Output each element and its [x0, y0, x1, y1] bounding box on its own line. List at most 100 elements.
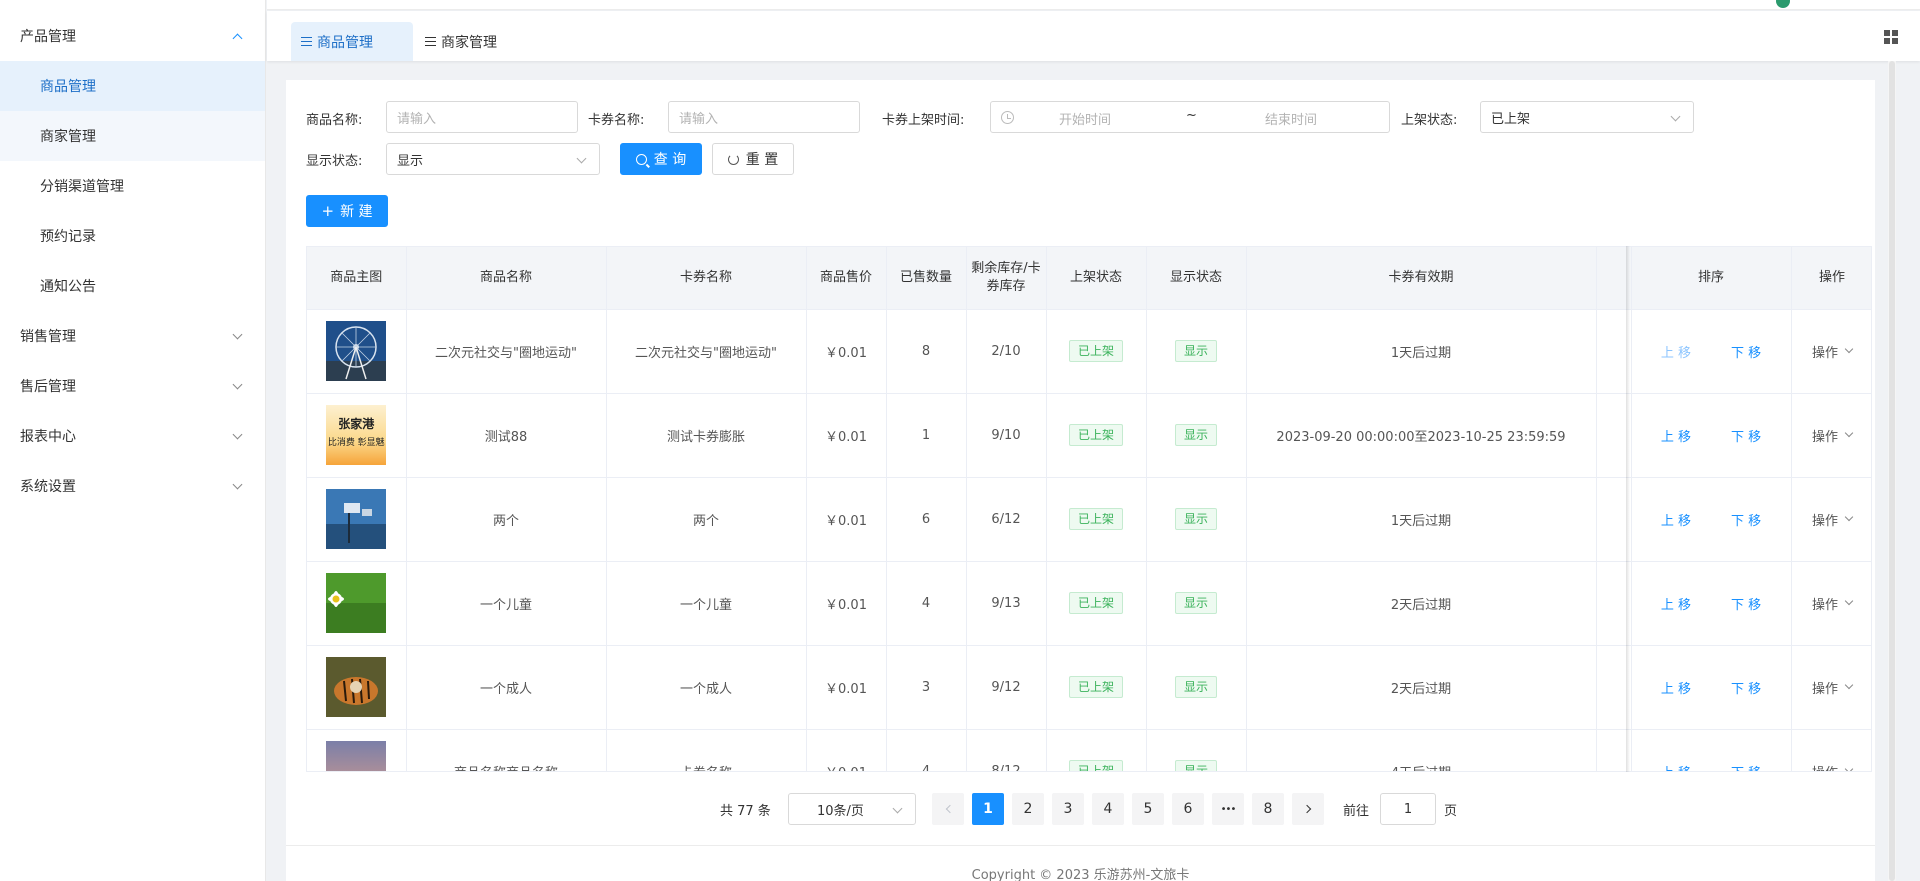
plus-icon: +	[321, 202, 335, 220]
cell-goods-name: 一个儿童	[406, 561, 607, 646]
goods-name-input[interactable]: 请输入	[386, 101, 578, 133]
cell-goods-name: 二次元社交与"圈地运动"	[406, 309, 607, 394]
actions-dropdown[interactable]: 操作	[1811, 594, 1854, 613]
page-button[interactable]: 8	[1252, 793, 1284, 825]
sidebar-item-distribution[interactable]: 分销渠道管理	[0, 161, 265, 211]
actions-dropdown[interactable]: 操作	[1811, 510, 1854, 529]
cell-shelf-status: 已上架	[1046, 477, 1147, 562]
scrollbar-thumb[interactable]	[1889, 61, 1895, 881]
sky-image	[326, 741, 387, 771]
cell-validity: 2023-09-20 00:00:00至2023-10-25 23:59:59	[1246, 393, 1597, 478]
cell-price: ￥0.01	[806, 309, 887, 394]
actions-label: 操作	[1811, 597, 1838, 613]
actions-dropdown[interactable]: 操作	[1811, 342, 1854, 361]
apps-grid-icon[interactable]	[1884, 30, 1898, 44]
menu-group-reports[interactable]: 报表中心	[0, 411, 265, 461]
cell-sort: 上 移下 移	[1631, 477, 1792, 562]
cell-price: ￥0.01	[806, 645, 887, 730]
cell-actions: 操作	[1791, 477, 1871, 562]
banner-subtitle: 比消费 彰显魅	[327, 438, 385, 448]
actions-dropdown[interactable]: 操作	[1811, 426, 1854, 445]
move-up-button[interactable]: 上 移	[1661, 598, 1691, 613]
top-header	[267, 0, 1920, 10]
goods-table: 商品主图 商品名称 卡券名称 商品售价 已售数量 剩余库存/卡券库存 上架状态 …	[306, 246, 1872, 772]
menu-group-label: 报表中心	[20, 429, 76, 445]
move-down-button[interactable]: 下 移	[1731, 346, 1761, 361]
col-header: 操作	[1791, 247, 1871, 310]
move-up-button[interactable]: 上 移	[1661, 682, 1691, 697]
sidebar-item-merchants[interactable]: 商家管理	[0, 111, 265, 161]
sidebar-item-goods[interactable]: 商品管理	[0, 61, 265, 111]
status-badge: 显示	[1174, 340, 1217, 362]
tabs-bar: 商品管理 商家管理	[267, 11, 1920, 61]
chevron-down-icon	[1670, 111, 1681, 122]
tab-goods[interactable]: 商品管理	[291, 22, 413, 61]
menu-group-sales[interactable]: 销售管理	[0, 311, 265, 361]
actions-label: 操作	[1811, 513, 1838, 529]
start-time-input[interactable]: 开始时间	[1059, 109, 1111, 128]
move-up-button[interactable]: 上 移	[1661, 430, 1691, 445]
actions-dropdown[interactable]: 操作	[1812, 762, 1854, 771]
actions-dropdown[interactable]: 操作	[1812, 678, 1854, 697]
page-button[interactable]: 1	[972, 793, 1004, 825]
page-button[interactable]: 6	[1172, 793, 1204, 825]
actions-label: 操作	[1811, 345, 1838, 361]
chevron-down-icon	[232, 429, 243, 439]
reset-button[interactable]: 重 置	[712, 143, 794, 175]
cell-sort: 上 移下 移	[1631, 561, 1792, 646]
sidebar-item-label: 商品管理	[40, 79, 96, 95]
move-up-button[interactable]: 上 移	[1661, 346, 1691, 361]
prev-page-button[interactable]	[932, 793, 964, 825]
col-header: 剩余库存/卡券库存	[966, 247, 1047, 310]
cell-sort: 上 移下 移	[1631, 645, 1792, 730]
sidebar-item-notices[interactable]: 通知公告	[0, 261, 265, 311]
cell-stock: 6/12	[966, 477, 1047, 562]
query-button[interactable]: 查 询	[620, 143, 702, 175]
cell-card-name: 卡券名称	[606, 729, 807, 771]
chevron-down-icon	[232, 329, 243, 339]
cell-shelf-status: 已上架	[1046, 309, 1147, 394]
cell-shelf-status: 已上架	[1046, 729, 1147, 771]
page-button[interactable]: 3	[1052, 793, 1084, 825]
goto-page-input[interactable]: 1	[1380, 793, 1436, 825]
menu-group-settings[interactable]: 系统设置	[0, 461, 265, 511]
end-time-input[interactable]: 结束时间	[1265, 109, 1317, 128]
cell-goods-name: 两个	[406, 477, 607, 562]
display-status-select[interactable]: 显示	[386, 143, 600, 175]
tab-merchants[interactable]: 商家管理	[415, 22, 515, 61]
menu-group-aftersales[interactable]: 售后管理	[0, 361, 265, 411]
actions-label: 操作	[1811, 429, 1838, 445]
goto-label: 前往	[1343, 803, 1370, 819]
move-up-button[interactable]: 上 移	[1661, 766, 1691, 772]
avatar[interactable]	[1776, 0, 1790, 8]
page-button[interactable]: 5	[1132, 793, 1164, 825]
menu-group-label: 销售管理	[20, 329, 76, 345]
move-down-button[interactable]: 下 移	[1731, 682, 1761, 697]
cell-display-status: 显示	[1146, 645, 1247, 730]
col-header: 商品主图	[307, 247, 407, 310]
cell-stock: 9/13	[966, 561, 1047, 646]
page-button[interactable]: 2	[1012, 793, 1044, 825]
cell-sold: 4	[886, 561, 967, 646]
move-down-button[interactable]: 下 移	[1731, 514, 1761, 529]
chevron-down-icon	[1844, 764, 1854, 771]
page-size-select[interactable]: 10条/页	[788, 793, 916, 825]
move-down-button[interactable]: 下 移	[1731, 598, 1761, 613]
chevron-down-icon	[892, 803, 903, 814]
move-up-button[interactable]: 上 移	[1661, 514, 1691, 529]
shelf-status-select[interactable]: 已上架	[1480, 101, 1694, 133]
new-button[interactable]: + 新 建	[306, 195, 388, 227]
select-value: 已上架	[1491, 111, 1531, 127]
move-down-button[interactable]: 下 移	[1731, 766, 1761, 772]
more-pages-button[interactable]: •••	[1212, 793, 1244, 825]
page-button[interactable]: 4	[1092, 793, 1124, 825]
move-down-button[interactable]: 下 移	[1731, 430, 1761, 445]
next-page-button[interactable]	[1292, 793, 1324, 825]
cell-actions: 操作	[1791, 309, 1871, 394]
sidebar-item-reservations[interactable]: 预约记录	[0, 211, 265, 261]
cell-stock: 9/12	[966, 645, 1047, 730]
table-header-row: 商品主图 商品名称 卡券名称 商品售价 已售数量 剩余库存/卡券库存 上架状态 …	[307, 247, 1871, 310]
date-range-picker[interactable]: 开始时间 ~ 结束时间	[990, 101, 1390, 133]
card-name-input[interactable]: 请输入	[668, 101, 860, 133]
col-header: 显示状态	[1146, 247, 1247, 310]
